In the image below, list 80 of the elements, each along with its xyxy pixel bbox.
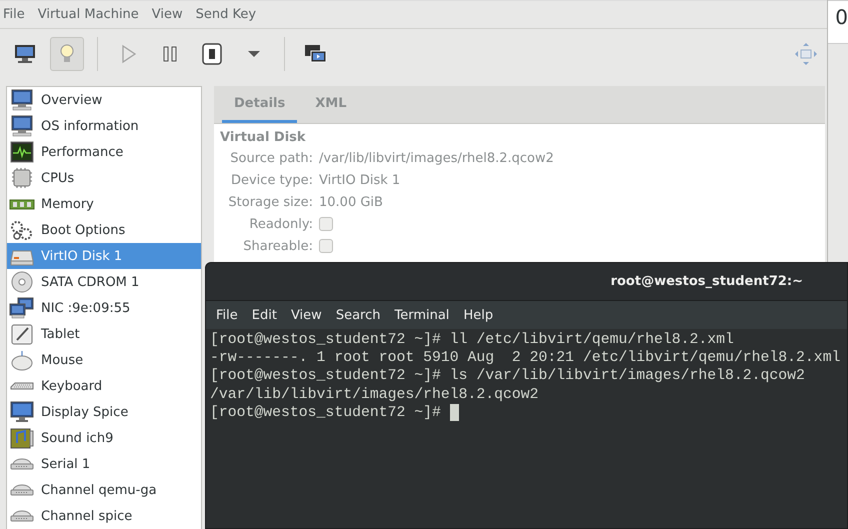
checkbox[interactable] bbox=[319, 239, 333, 253]
sidebar-item[interactable]: SATA CDROM 1 bbox=[7, 269, 201, 295]
item-label: Channel qemu-ga bbox=[41, 482, 157, 498]
serial-port-icon bbox=[10, 458, 34, 470]
serial-port-icon bbox=[10, 510, 34, 522]
sidebar-item[interactable]: Performance bbox=[7, 139, 201, 165]
terminal-line: [root@westos_student72 ~]# ll /etc/libvirt/qemu/rhel8.2.xml bbox=[210, 331, 734, 350]
item-label: Keyboard bbox=[41, 378, 102, 394]
item-label: SATA CDROM 1 bbox=[41, 274, 140, 290]
sidebar-item[interactable]: Memory bbox=[7, 191, 201, 217]
field-label: Device type: bbox=[230, 172, 313, 188]
terminal-line: [root@westos_student72 ~]# ls /var/lib/libvirt/images/rhel8.2.qcow2 bbox=[210, 367, 805, 386]
sidebar-item[interactable]: NIC :9e:09:55 bbox=[7, 295, 201, 321]
menu-item[interactable]: View bbox=[284, 308, 329, 322]
field-label: Shareable: bbox=[242, 238, 313, 254]
field-label: Readonly: bbox=[248, 216, 313, 232]
item-label: Mouse bbox=[41, 352, 84, 368]
gears-icon bbox=[9, 219, 35, 241]
tablet-icon bbox=[9, 323, 35, 345]
menu-item[interactable]: Help bbox=[456, 308, 500, 322]
performance-icon bbox=[9, 141, 35, 163]
menu-item[interactable]: File bbox=[0, 7, 33, 22]
menu-item[interactable]: Virtual Machine bbox=[34, 7, 147, 22]
window-text: 0 bbox=[835, 4, 848, 29]
field-label: Storage size: bbox=[227, 194, 313, 210]
field-value: /var/lib/libvirt/images/rhel8.2.qcow2 bbox=[319, 150, 554, 166]
power-switch-icon bbox=[200, 42, 224, 66]
item-label: CPUs bbox=[41, 170, 74, 186]
sidebar-item[interactable]: Keyboard bbox=[7, 373, 201, 399]
window-title: root@westos_student72:~ bbox=[610, 274, 803, 289]
menu-item[interactable]: File bbox=[209, 308, 245, 322]
sidebar-item[interactable]: Boot Options bbox=[7, 217, 201, 243]
field-value: VirtIO Disk 1 bbox=[319, 172, 400, 188]
sidebar-item[interactable]: Tablet bbox=[7, 321, 201, 347]
item-label: NIC :9e:09:55 bbox=[41, 300, 130, 316]
sound-card-icon bbox=[9, 427, 35, 449]
item-label: Channel spice bbox=[41, 508, 132, 524]
chip-icon bbox=[9, 167, 35, 189]
menu-item[interactable]: Send Key bbox=[192, 7, 264, 22]
monitor-icon bbox=[9, 115, 35, 137]
menu-item[interactable]: Terminal bbox=[387, 308, 456, 322]
sidebar-item[interactable]: Overview bbox=[7, 87, 201, 113]
checkbox[interactable] bbox=[319, 217, 333, 231]
field-label: Source path: bbox=[229, 150, 313, 166]
item-label: Overview bbox=[41, 92, 102, 108]
sidebar-item[interactable]: CPUs bbox=[7, 165, 201, 191]
field-value: 10.00 GiB bbox=[319, 194, 383, 210]
terminal-line: [root@westos_student72 ~]# bbox=[210, 404, 442, 422]
item-label: Memory bbox=[41, 196, 94, 212]
section-title: Virtual Disk bbox=[219, 129, 307, 147]
monitor-icon bbox=[9, 401, 35, 423]
sidebar-item[interactable]: Serial 1 bbox=[7, 451, 201, 477]
caret-icon bbox=[248, 51, 260, 57]
item-label: OS information bbox=[41, 118, 139, 134]
menu-item[interactable]: Edit bbox=[244, 308, 284, 322]
item-label: Boot Options bbox=[41, 222, 126, 238]
disc-icon bbox=[9, 271, 35, 293]
sidebar-item[interactable]: Display Spice bbox=[7, 399, 201, 425]
item-label: Serial 1 bbox=[41, 456, 90, 472]
terminal-line: /var/lib/libvirt/images/rhel8.2.qcow2 bbox=[210, 386, 539, 404]
sidebar-item[interactable]: Sound ich9 bbox=[7, 425, 201, 451]
item-label: VirtIO Disk 1 bbox=[41, 248, 122, 264]
item-label: Display Spice bbox=[41, 404, 128, 420]
item-label: Performance bbox=[41, 144, 124, 160]
menu-item[interactable]: Search bbox=[328, 308, 388, 322]
sidebar-item[interactable]: Mouse bbox=[7, 347, 201, 373]
sidebar-item[interactable]: Channel qemu-ga bbox=[7, 477, 201, 503]
terminal-line: -rw-------. 1 root root 5910 Aug 2 20:21 /etc/libvirt/qemu/rhel8.2.xml bbox=[210, 349, 840, 368]
serial-port-icon bbox=[10, 484, 34, 496]
item-label: Tablet bbox=[41, 326, 80, 342]
sidebar-item[interactable]: OS information bbox=[7, 113, 201, 139]
monitor-icon bbox=[13, 42, 37, 66]
keyboard-icon bbox=[10, 382, 34, 390]
monitor-icon bbox=[9, 89, 35, 111]
sidebar-item[interactable]: Channel spice bbox=[7, 503, 201, 529]
mouse-icon bbox=[9, 349, 35, 371]
item-label: Sound ich9 bbox=[41, 430, 114, 446]
network-icon bbox=[9, 297, 35, 319]
menu-item[interactable]: View bbox=[148, 7, 191, 22]
fullscreen-icon bbox=[794, 42, 818, 66]
